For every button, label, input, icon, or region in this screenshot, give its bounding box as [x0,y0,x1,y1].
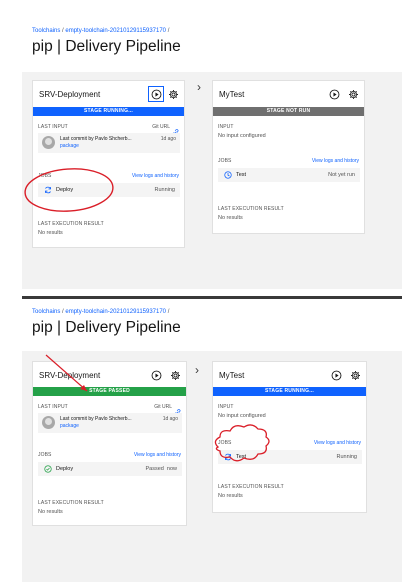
jobs-label: JOBS [218,158,232,164]
input-label: INPUT [218,404,234,410]
chevron-right-icon: › [195,363,199,377]
settings-icon [170,370,180,380]
run-stage-button[interactable] [150,369,162,381]
jobs-label: JOBS [218,440,232,446]
breadcrumb-toolchains-link[interactable]: Toolchains [32,28,60,34]
stage-card-srv-deployment: SRV-Deployment STAGE RUNNING... LAST INP… [32,80,185,248]
job-row-deploy[interactable]: Deploy Passed now [38,462,182,476]
last-commit-box[interactable]: Last commit by Pavlo Shcherb... 1d ago p… [38,133,180,153]
commit-link[interactable]: package [60,143,79,149]
stage-status-bar: STAGE NOT RUN [213,107,364,116]
job-name: Test [236,453,247,460]
stage-status-bar: STAGE PASSED [33,387,186,396]
stage-settings-button[interactable] [347,88,359,100]
last-result-value: No results [38,230,63,236]
git-url-label: Git URL [154,404,172,410]
stage-card-mytest: MyTest STAGE RUNNING... INPUT No input c… [212,361,367,513]
last-input-label: LAST INPUT [38,124,68,130]
sync-icon [225,453,231,461]
job-name: Deploy [56,186,74,193]
breadcrumb: Toolchains / empty-toolchain-20210129115… [32,309,170,315]
page-title: pip | Delivery Pipeline [32,38,181,55]
play-icon [331,370,341,380]
chevron-right-icon: › [197,80,201,94]
screenshot-passed: Toolchains / empty-toolchain-20210129115… [22,296,402,582]
last-result-value: No results [38,509,63,515]
play-icon [329,89,339,99]
run-stage-button[interactable] [330,369,342,381]
last-result-label: LAST EXECUTION RESULT [38,500,104,506]
jobs-label: JOBS [38,173,52,179]
last-result-value: No results [218,493,243,499]
stage-status-bar: STAGE RUNNING... [33,107,184,116]
link-icon[interactable] [174,403,181,416]
job-status: Running [336,453,358,460]
stage-name: MyTest [219,371,245,380]
stage-name: SRV-Deployment [39,90,101,99]
last-commit-box[interactable]: Last commit by Pavlo Shcherb... 1d ago p… [38,413,182,433]
play-icon [151,89,161,99]
play-icon [151,370,161,380]
stage-card-srv-deployment: SRV-Deployment STAGE PASSED LAST INPUT G… [32,361,187,526]
stage-card-mytest: MyTest STAGE NOT RUN INPUT No input conf… [212,80,365,234]
commit-text: Last commit by Pavlo Shcherb... [60,136,132,142]
last-result-value: No results [218,215,243,221]
link-icon[interactable] [172,123,179,136]
stage-settings-button[interactable] [349,369,361,381]
job-status: Running [154,186,176,193]
stage-name: MyTest [219,90,245,99]
stage-settings-button[interactable] [169,369,181,381]
job-name: Test [236,171,247,178]
view-logs-link[interactable]: View logs and history [312,158,359,164]
job-row-test[interactable]: Test Running [218,450,362,464]
view-logs-link[interactable]: View logs and history [134,452,181,458]
git-url-label: Git URL [152,124,170,130]
sync-icon [45,186,51,194]
jobs-label: JOBS [38,452,52,458]
stage-status-bar: STAGE RUNNING... [213,387,366,396]
settings-icon [168,89,178,99]
input-label: INPUT [218,124,234,130]
stage-settings-button[interactable] [167,88,179,100]
commit-text: Last commit by Pavlo Shcherb... [60,416,132,422]
job-status: Passed now [145,465,177,472]
last-result-label: LAST EXECUTION RESULT [38,221,104,227]
view-logs-link[interactable]: View logs and history [132,173,179,179]
job-name: Deploy [56,465,74,472]
breadcrumb: Toolchains / empty-toolchain-20210129115… [32,28,170,34]
run-stage-button[interactable] [148,86,164,102]
avatar [42,416,55,429]
breadcrumb-toolchain-link[interactable]: empty-toolchain-20210129115937170 [65,309,166,315]
last-input-label: LAST INPUT [38,404,68,410]
clock-icon [224,171,232,179]
last-result-label: LAST EXECUTION RESULT [218,206,284,212]
view-logs-link[interactable]: View logs and history [314,440,361,446]
commit-age: 1d ago [162,416,178,422]
stage-name: SRV-Deployment [39,371,101,380]
breadcrumb-toolchains-link[interactable]: Toolchains [32,309,60,315]
screenshot-running: Toolchains / empty-toolchain-20210129115… [22,0,402,289]
commit-link[interactable]: package [60,423,79,429]
input-value: No input configured [218,133,266,139]
check-circle-icon [44,465,52,473]
run-stage-button[interactable] [328,88,340,100]
avatar [42,136,55,149]
breadcrumb-toolchain-link[interactable]: empty-toolchain-20210129115937170 [65,28,166,34]
last-result-label: LAST EXECUTION RESULT [218,484,284,490]
settings-icon [350,370,360,380]
job-row-deploy[interactable]: Deploy Running [38,183,180,197]
input-value: No input configured [218,413,266,419]
commit-age: 1d ago [160,136,176,142]
job-row-test[interactable]: Test Not yet run [218,168,360,182]
page-title: pip | Delivery Pipeline [32,319,181,336]
job-status: Not yet run [328,171,355,178]
settings-icon [348,89,358,99]
